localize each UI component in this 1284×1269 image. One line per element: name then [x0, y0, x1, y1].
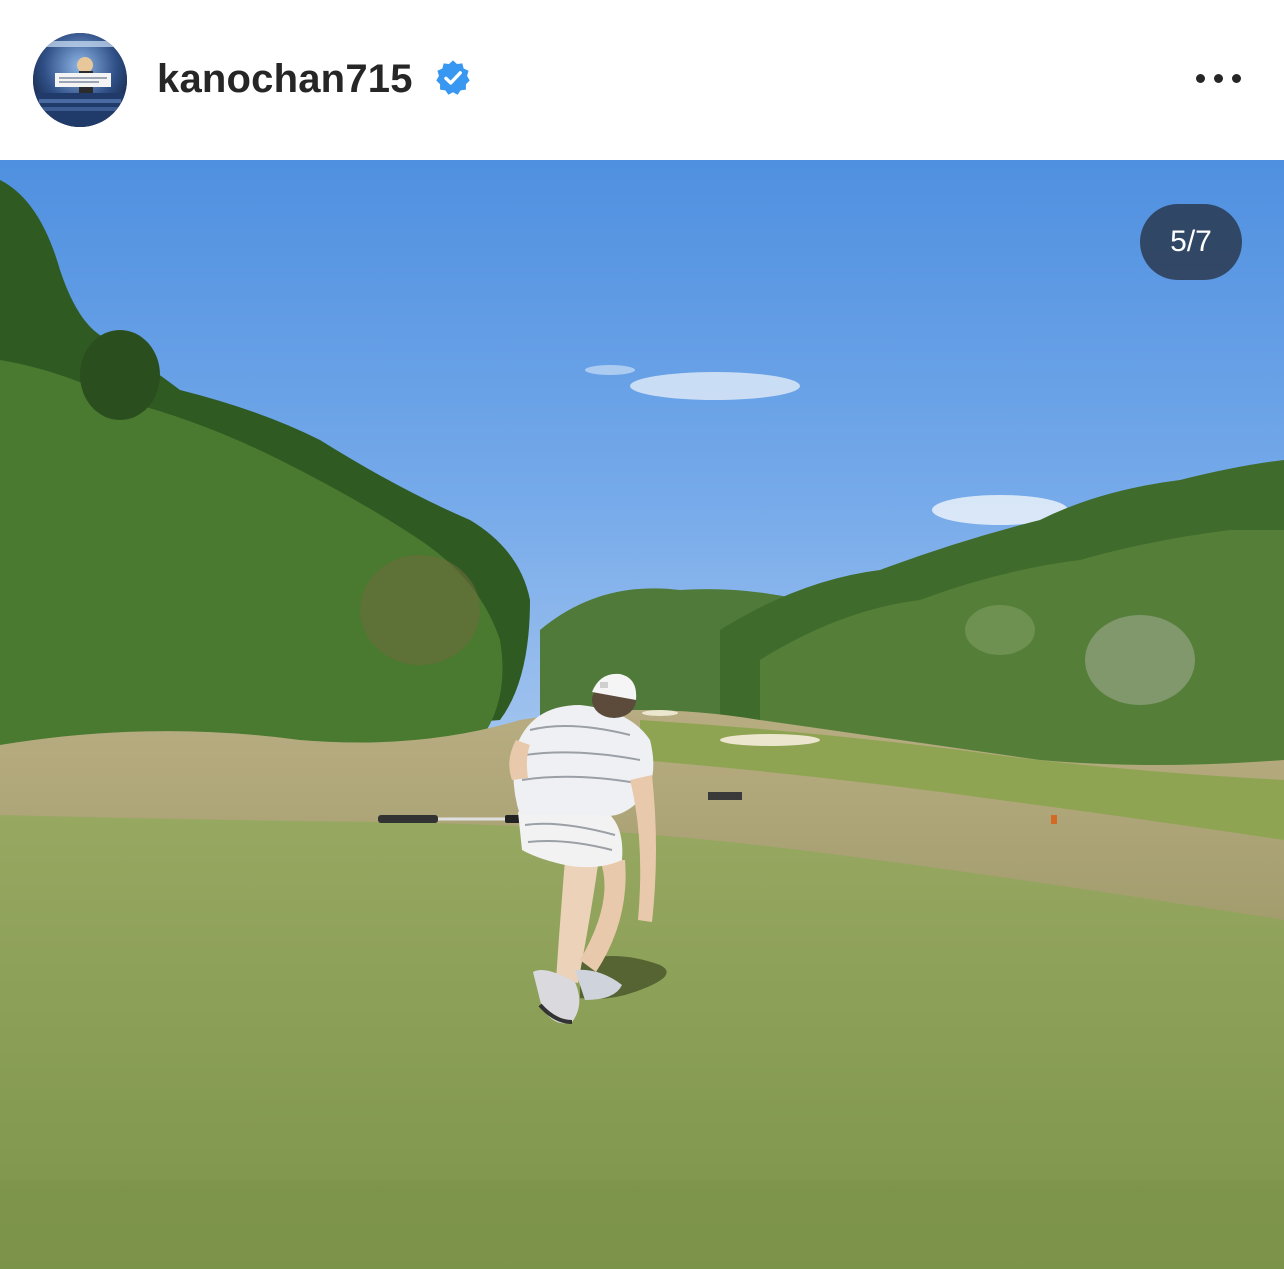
avatar[interactable] — [33, 33, 127, 127]
post-header: kanochan715 — [0, 0, 1284, 160]
more-options-icon-dot — [1232, 74, 1241, 83]
more-options-button[interactable] — [1188, 58, 1250, 100]
verified-badge-icon — [436, 60, 470, 95]
golf-course-photo — [0, 160, 1284, 1269]
more-options-icon — [1196, 74, 1205, 83]
more-options-icon-dot — [1214, 74, 1223, 83]
carousel-counter: 5/7 — [1140, 204, 1242, 280]
post-media[interactable] — [0, 160, 1284, 1269]
username[interactable]: kanochan715 — [157, 52, 413, 106]
avatar-image — [33, 33, 127, 127]
